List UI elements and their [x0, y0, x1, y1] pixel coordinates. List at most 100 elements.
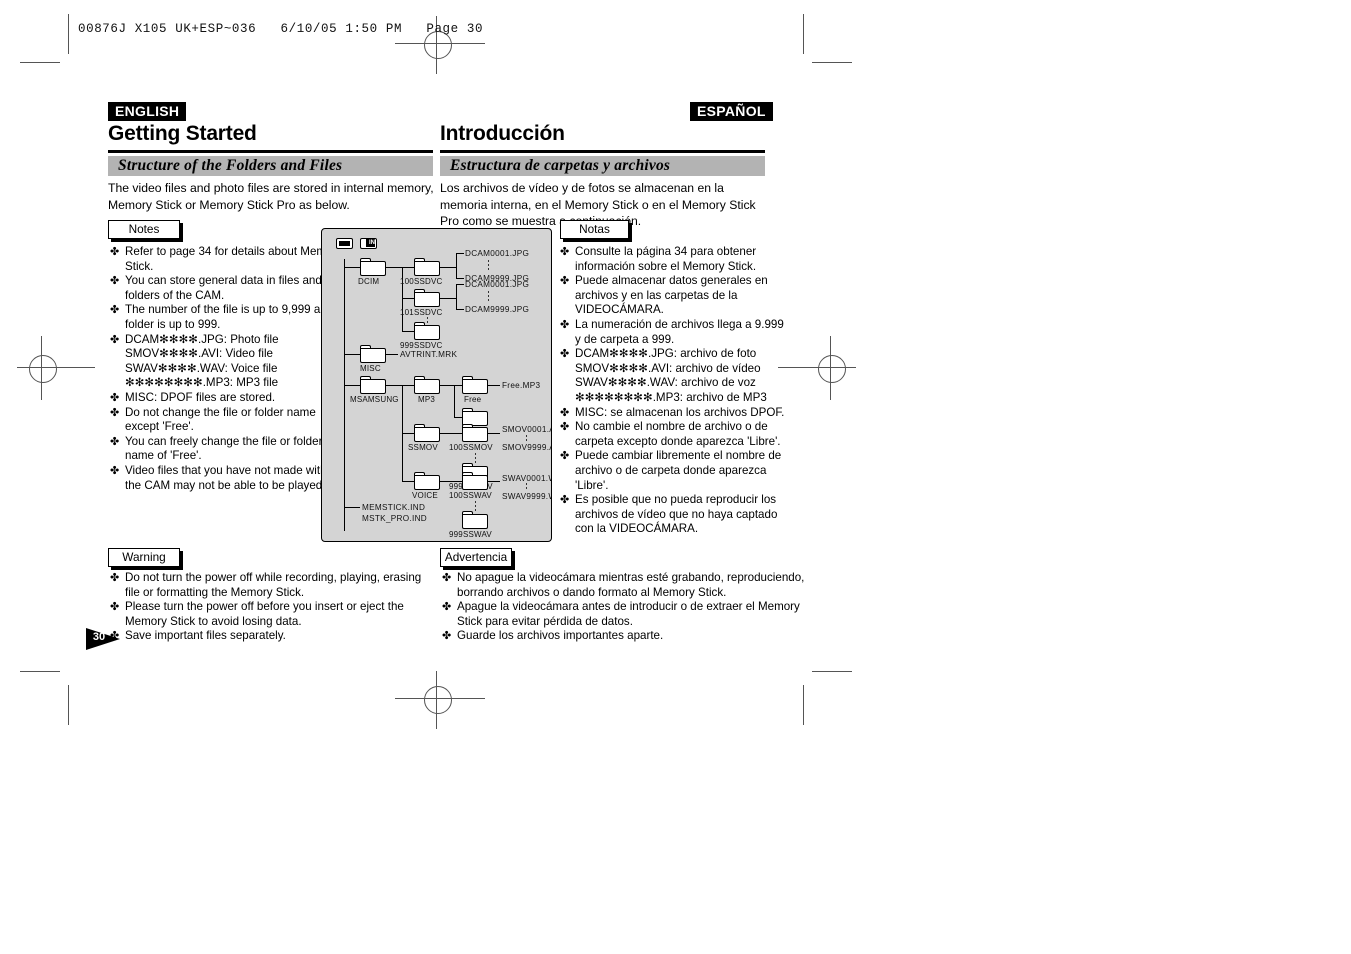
file-swav0001-wav: SWAV0001.WAV [502, 474, 551, 483]
folder-dcim-label: DCIM [358, 277, 380, 286]
tree-connector [386, 385, 402, 387]
internal-memory-icon [336, 238, 353, 249]
list-item-text: MISC: se almacenan los archivos DPOF. [575, 405, 785, 419]
bullet-icon: ✤ [110, 391, 120, 404]
list-item: ✤ No cambie el nombre de archivo o de carp… [560, 420, 781, 449]
tree-connector [456, 284, 464, 286]
bullet-icon: ✤ [560, 246, 570, 258]
tree-connector [402, 298, 414, 300]
ellipsis-vertical [488, 291, 490, 302]
list-item: ✤ Save important files separately. [110, 629, 430, 644]
registration-mark-right [818, 355, 846, 383]
list-item-text: Puede cambiar libremente el nombre de arc… [575, 449, 782, 492]
list-item-text: Do not turn the power off while recordin… [125, 571, 422, 599]
memory-card-icon: IN [360, 238, 377, 249]
notes-label-spanish: Notas [579, 221, 610, 236]
list-item: ✤ You can store general data in files and… [110, 274, 335, 303]
folder-voice-label: VOICE [412, 491, 438, 500]
crop-mark-bottom-right-vertical [803, 685, 804, 725]
list-item-text: Apague la videocámara antes de introduci… [457, 600, 800, 628]
warning-label-box-english: Warning [108, 548, 180, 567]
tree-connector [440, 433, 462, 435]
bullet-icon: ✤ [560, 494, 570, 507]
notes-label-box-spanish: Notas [560, 220, 629, 239]
list-item-text: Refer to page 34 for details about Memor… [125, 245, 343, 273]
folder-999sswav-icon [462, 511, 488, 530]
list-item-text: The number of the file is up to 9,999 an… [125, 303, 334, 331]
tree-connector [488, 385, 500, 387]
list-item: ✤ Do not change the file or folder name ex… [110, 406, 335, 435]
warning-list-english: ✤ Do not turn the power off while recordi… [110, 571, 430, 644]
folder-msamsung-label: MSAMSUNG [350, 395, 399, 404]
tree-connector [440, 267, 456, 269]
registration-mark-bottom [424, 686, 452, 714]
ellipsis-vertical [475, 501, 477, 511]
tree-connector [454, 385, 462, 387]
notes-list-english: ✤ Refer to page 34 for details about Memo… [110, 245, 342, 493]
bullet-icon: ✤ [110, 333, 120, 346]
section-bar-english: Structure of the Folders and Files [108, 156, 433, 176]
language-tag-english: ENGLISH [108, 102, 187, 121]
file-memstick-ind: MEMSTICK.IND [362, 503, 426, 512]
list-item-text: No cambie el nombre de archivo o de carpe… [575, 420, 781, 448]
folder-mp3-icon [414, 376, 440, 395]
tree-connector [456, 253, 458, 279]
tree-connector [402, 385, 414, 387]
crop-mark-top-right-horizontal [812, 62, 852, 63]
list-item: ✤ Es posible que no pueda reproducir los a… [560, 493, 777, 537]
crop-mark-bottom-left-vertical [68, 685, 69, 725]
file-swav9999-wav: SWAV9999.WAV [502, 492, 551, 501]
bullet-icon: ✤ [110, 572, 120, 584]
tree-connector [488, 481, 500, 483]
file-mstk-pro-ind: MSTK_PRO.IND [362, 514, 428, 523]
folder-999ssdvc-icon [414, 322, 440, 341]
tree-connector [456, 309, 464, 311]
folder-msamsung-icon [360, 376, 386, 395]
tree-connector [454, 417, 462, 419]
folder-100sswav-icon [462, 472, 488, 491]
list-item: ✤ Do not turn the power off while recordi… [110, 571, 430, 600]
language-tag-spanish: ESPAÑOL [690, 102, 773, 121]
ellipsis-vertical [475, 453, 477, 463]
folder-100ssdvc-label: 100SSDVC [400, 277, 443, 286]
list-item-text: Video files that you have not made with t… [125, 463, 327, 492]
tree-connector [344, 507, 360, 509]
crop-mark-top-left-horizontal [20, 62, 60, 63]
folder-100ssmov-icon [462, 424, 488, 443]
list-item-text: DCAM✻✻✻✻.JPG: archivo de foto SMOV✻✻✻✻.AV… [575, 347, 767, 404]
folder-ssmov-label: SSMOV [408, 443, 438, 452]
folder-100sswav-label: 100SSWAV [449, 491, 492, 500]
list-item-text: No apague la videocámara mientras esté g… [457, 571, 805, 599]
folder-100ssdvc-icon [414, 258, 440, 277]
file-smov0001-avi: SMOV0001.AVI [502, 425, 551, 434]
tree-connector [440, 385, 454, 387]
bullet-icon: ✤ [110, 435, 120, 448]
print-slug-line: 00876J X105 UK+ESP~036 6/10/05 1:50 PM P… [78, 22, 484, 36]
warning-label-spanish: Advertencia [444, 549, 508, 564]
tree-connector [402, 331, 414, 333]
list-item: ✤ Puede cambiar libremente el nombre de ar… [560, 449, 781, 493]
list-item-text: MISC: DPOF files are stored. [125, 390, 276, 404]
list-item-text: You can freely change the file or folder… [125, 434, 323, 463]
list-item: ✤ Video files that you have not made with… [110, 464, 335, 493]
page-number-badge: 30 [86, 628, 120, 650]
folder-101ssdvc-label: 101SSDVC [400, 308, 443, 317]
list-item-text: Do not change the file or folder name exc… [125, 405, 316, 434]
list-item: ✤ MISC: se almacenan los archivos DPOF. [560, 406, 784, 421]
bullet-icon: ✤ [560, 348, 570, 361]
bullet-icon: ✤ [560, 275, 570, 288]
list-item: ✤ DCAM✻✻✻✻.JPG: Photo file SMOV✻✻✻✻.AVI: V… [110, 333, 335, 391]
registration-mark-left [29, 355, 57, 383]
ellipsis-vertical [488, 260, 490, 271]
list-item: ✤ Refer to page 34 for details about Memo… [110, 245, 342, 274]
bullet-icon: ✤ [442, 601, 452, 614]
bullet-icon: ✤ [560, 406, 570, 419]
folder-misc-label: MISC [360, 364, 381, 373]
chapter-title-english: Getting Started [108, 122, 257, 145]
folder-misc-icon [360, 345, 386, 364]
bullet-icon: ✤ [560, 318, 570, 331]
ellipsis-vertical [526, 483, 528, 491]
tree-connector [440, 298, 456, 300]
notes-label-english: Notes [128, 221, 160, 236]
crop-mark-bottom-right-horizontal [812, 671, 852, 672]
